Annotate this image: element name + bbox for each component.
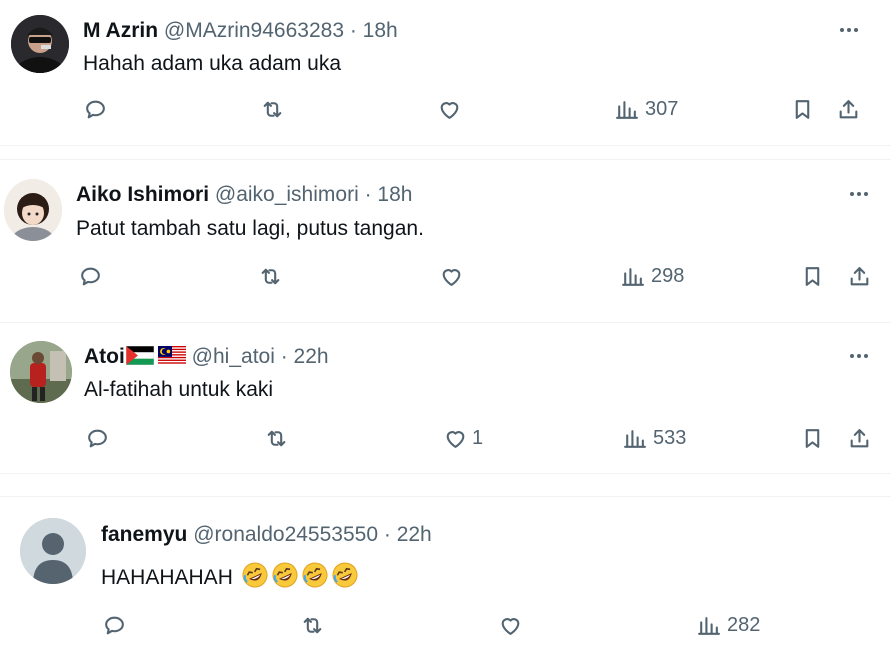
dot-separator: ·	[344, 19, 363, 42]
views-count: 533	[653, 427, 687, 449]
heart-icon	[437, 97, 462, 122]
share-icon	[847, 264, 872, 289]
bookmark-button[interactable]	[800, 426, 825, 451]
display-name[interactable]: fanemyu	[101, 523, 187, 546]
avatar[interactable]	[4, 179, 62, 241]
more-options-icon[interactable]	[834, 20, 864, 40]
tweet-header: fanemyu @ronaldo24553550 · 22h	[101, 522, 432, 548]
dot-separator: ·	[378, 523, 397, 546]
more-options-icon[interactable]	[844, 184, 874, 204]
reply-icon	[78, 264, 103, 289]
views-chart-icon	[696, 613, 721, 638]
user-handle[interactable]: @aiko_ishimori	[215, 183, 359, 206]
avatar[interactable]	[10, 341, 72, 403]
views-count: 282	[727, 614, 761, 636]
display-name[interactable]: M Azrin	[83, 19, 158, 42]
share-icon	[836, 97, 861, 122]
retweet-button[interactable]	[264, 426, 289, 451]
user-handle[interactable]: @hi_atoi	[192, 345, 275, 368]
timestamp[interactable]: 18h	[363, 19, 398, 42]
reply-button[interactable]	[78, 264, 103, 289]
bookmark-icon	[790, 97, 815, 122]
bookmark-icon	[800, 264, 825, 289]
retweet-button[interactable]	[258, 264, 283, 289]
tweet-header: Atoi @hi_atoi · 22h	[84, 344, 329, 370]
like-button[interactable]	[498, 613, 523, 638]
views-button[interactable]: 298	[620, 264, 684, 289]
heart-icon	[443, 426, 468, 451]
reply-button[interactable]	[102, 613, 127, 638]
like-count: 1	[472, 427, 484, 449]
reply-icon	[85, 426, 110, 451]
rolling-laughing-emoji-icon	[242, 562, 268, 588]
default-avatar[interactable]	[20, 518, 86, 584]
retweet-icon	[258, 264, 283, 289]
views-count: 298	[651, 265, 685, 287]
bookmark-icon	[800, 426, 825, 451]
more-options-icon[interactable]	[844, 346, 874, 366]
views-chart-icon	[622, 426, 647, 451]
views-chart-icon	[620, 264, 645, 289]
reply-icon	[102, 613, 127, 638]
tweet-4[interactable]: fanemyu @ronaldo24553550 · 22h HAHAHAHAH…	[0, 497, 891, 648]
tweet-text: Hahah adam uka adam uka	[83, 52, 341, 75]
tweet-header: Aiko Ishimori @aiko_ishimori · 18h	[76, 182, 412, 208]
user-handle[interactable]: @ronaldo24553550	[193, 523, 378, 546]
dot-separator: ·	[274, 345, 294, 368]
views-chart-icon	[614, 97, 639, 122]
share-icon	[847, 426, 872, 451]
rolling-laughing-emoji-icon	[272, 562, 298, 588]
tweet-text: Al-fatihah untuk kaki	[84, 378, 274, 401]
like-button[interactable]	[439, 264, 464, 289]
share-button[interactable]	[847, 264, 872, 289]
retweet-button[interactable]	[260, 97, 285, 122]
tweet-text-row: HAHAHAHAH	[101, 561, 359, 591]
share-button[interactable]	[847, 426, 872, 451]
like-button[interactable]: 1	[443, 426, 483, 451]
tweet-text: Patut tambah satu lagi, putus tangan.	[76, 217, 424, 240]
reply-icon	[83, 97, 108, 122]
views-button[interactable]: 307	[614, 97, 678, 122]
dot-separator: ·	[358, 183, 378, 206]
tweet-1[interactable]: M Azrin @MAzrin94663283 · 18h Hahah adam…	[0, 0, 891, 145]
views-button[interactable]: 533	[622, 426, 686, 451]
tweet-text: HAHAHAHAH	[101, 566, 233, 589]
display-name[interactable]: Atoi	[84, 345, 125, 368]
divider	[0, 145, 891, 146]
retweet-icon	[300, 613, 325, 638]
retweet-icon	[260, 97, 285, 122]
display-name[interactable]: Aiko Ishimori	[76, 183, 209, 206]
rolling-laughing-emoji-icon	[332, 562, 358, 588]
timestamp[interactable]: 22h	[397, 523, 432, 546]
palestine-flag-icon	[125, 346, 154, 365]
timestamp[interactable]: 18h	[377, 183, 412, 206]
bookmark-button[interactable]	[800, 264, 825, 289]
views-count: 307	[645, 98, 679, 120]
divider	[0, 473, 891, 474]
reply-button[interactable]	[85, 426, 110, 451]
tweet-3[interactable]: Atoi @hi_atoi · 22h Al-fatihah untuk kak…	[0, 323, 891, 473]
share-button[interactable]	[836, 97, 861, 122]
retweet-icon	[264, 426, 289, 451]
avatar[interactable]	[11, 15, 69, 73]
heart-icon	[498, 613, 523, 638]
timestamp[interactable]: 22h	[294, 345, 329, 368]
bookmark-button[interactable]	[790, 97, 815, 122]
rolling-laughing-emoji-icon	[302, 562, 328, 588]
tweet-2[interactable]: Aiko Ishimori @aiko_ishimori · 18h Patut…	[0, 160, 891, 320]
like-button[interactable]	[437, 97, 462, 122]
views-button[interactable]: 282	[696, 613, 760, 638]
tweet-header: M Azrin @MAzrin94663283 · 18h	[83, 18, 398, 44]
user-handle[interactable]: @MAzrin94663283	[164, 19, 344, 42]
reply-button[interactable]	[83, 97, 108, 122]
retweet-button[interactable]	[300, 613, 325, 638]
heart-icon	[439, 264, 464, 289]
malaysia-flag-icon	[157, 346, 186, 365]
